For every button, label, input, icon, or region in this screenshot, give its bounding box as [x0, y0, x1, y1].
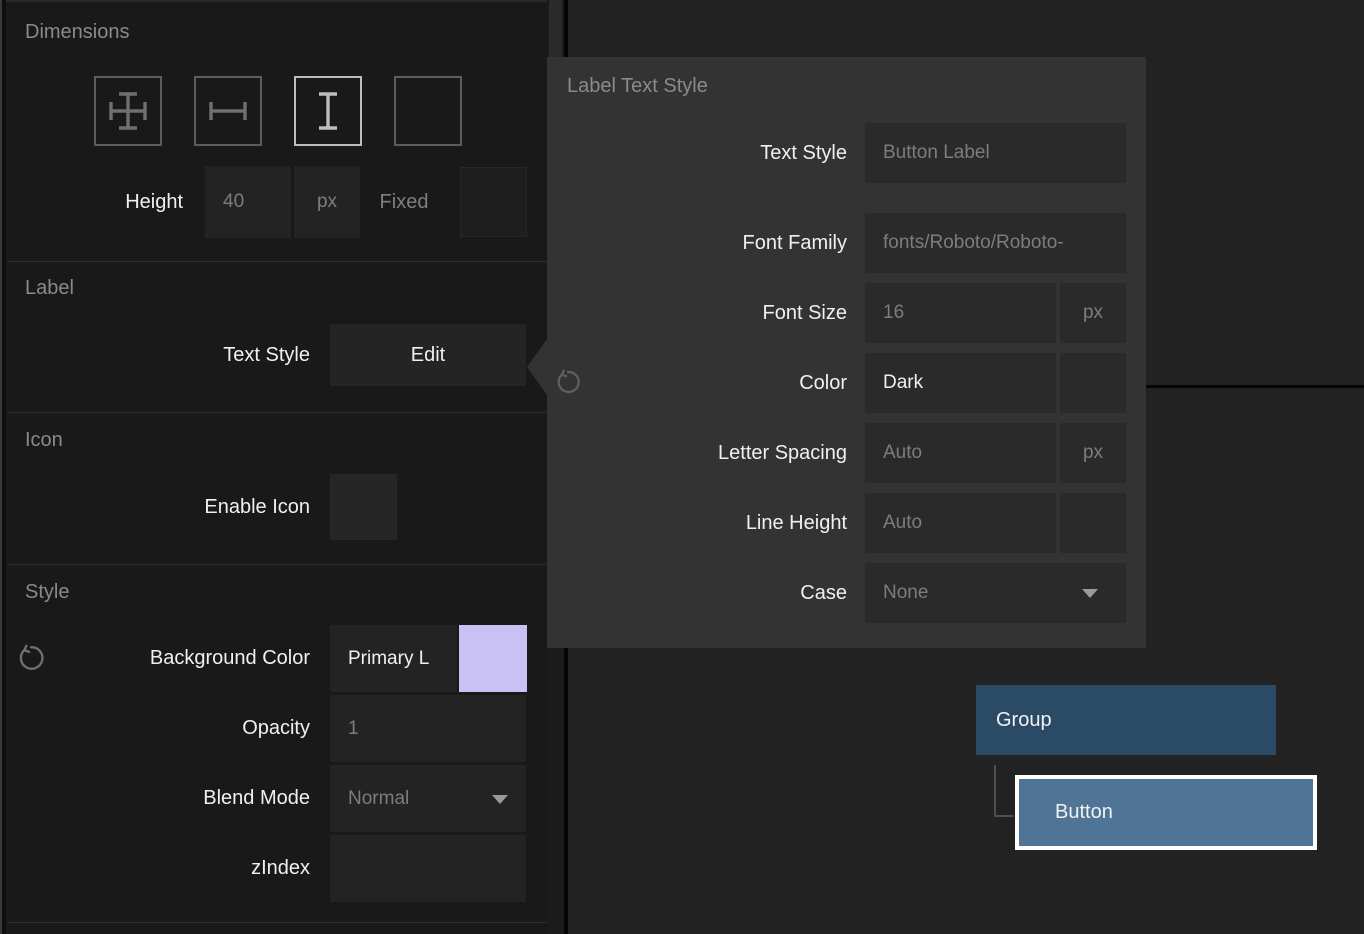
size-mode-width-height-button[interactable] [94, 76, 162, 146]
width-icon [206, 89, 250, 133]
popup-letter-spacing-unit-select[interactable]: px [1060, 423, 1126, 483]
popup-color-input[interactable]: Dark [865, 353, 1056, 413]
section-divider [8, 412, 547, 413]
panel-left-edge-gap [2, 0, 6, 934]
tree-connector-horizontal [994, 815, 1013, 817]
popup-line-height-unit-select[interactable] [1060, 493, 1126, 553]
button-element-label: Button [1055, 801, 1113, 824]
height-icon [306, 89, 350, 133]
popup-letter-spacing-label: Letter Spacing [547, 423, 847, 483]
blend-mode-select[interactable]: Normal [330, 765, 526, 832]
group-element-label: Group [996, 709, 1052, 732]
popup-letter-spacing-input[interactable]: Auto [865, 423, 1056, 483]
fixed-checkbox[interactable] [460, 167, 527, 237]
chevron-down-icon [1082, 589, 1098, 598]
size-mode-none-button[interactable] [394, 76, 462, 146]
popup-pointer-arrow [527, 339, 547, 395]
popup-case-value: None [883, 582, 928, 604]
enable-icon-checkbox[interactable] [330, 474, 397, 540]
width-height-icon [106, 89, 150, 133]
opacity-label: Opacity [60, 695, 310, 762]
text-style-label: Text Style [60, 324, 310, 386]
height-input[interactable]: 40 [205, 166, 291, 238]
reset-icon[interactable] [17, 644, 45, 677]
popup-font-family-label: Font Family [547, 213, 847, 273]
popup-text-style-label: Text Style [547, 123, 847, 183]
app-root: Group Button Dimensions [0, 0, 1364, 934]
tree-connector-vertical [994, 765, 996, 817]
canvas-button-element-selected[interactable]: Button [1015, 775, 1317, 850]
icon-section-title: Icon [25, 429, 63, 452]
height-unit-select[interactable]: px [294, 166, 360, 238]
popup-case-select[interactable]: None [865, 563, 1126, 623]
popup-color-label: Color [547, 353, 847, 413]
section-divider [8, 922, 547, 923]
popup-font-family-input[interactable]: fonts/Roboto/Roboto- [865, 213, 1126, 273]
properties-panel: Dimensions [0, 0, 547, 934]
popup-title: Label Text Style [567, 75, 708, 98]
blend-mode-value: Normal [348, 788, 409, 810]
blend-mode-label: Blend Mode [60, 765, 310, 832]
zindex-input[interactable] [330, 835, 526, 902]
popup-text-style-input[interactable]: Button Label [865, 123, 1126, 183]
background-color-swatch[interactable] [459, 625, 527, 692]
canvas-group-element[interactable]: Group [976, 685, 1276, 755]
background-color-label: Background Color [60, 625, 310, 692]
dimensions-section-title: Dimensions [25, 21, 129, 44]
background-color-value[interactable]: Primary L [330, 625, 457, 692]
popup-font-size-unit-select[interactable]: px [1060, 283, 1126, 343]
opacity-input[interactable]: 1 [330, 695, 526, 762]
section-divider [8, 261, 547, 262]
popup-line-height-label: Line Height [547, 493, 847, 553]
popup-font-size-input[interactable]: 16 [865, 283, 1056, 343]
text-style-edit-button[interactable]: Edit [330, 324, 526, 386]
fixed-label: Fixed [360, 166, 448, 238]
section-divider [8, 564, 547, 565]
enable-icon-label: Enable Icon [60, 474, 310, 540]
popup-case-label: Case [547, 563, 847, 623]
popup-color-unit-select[interactable] [1060, 353, 1126, 413]
style-section-title: Style [25, 581, 69, 604]
popup-font-size-label: Font Size [547, 283, 847, 343]
size-mode-width-button[interactable] [194, 76, 262, 146]
popup-line-height-input[interactable]: Auto [865, 493, 1056, 553]
label-text-style-popup: Label Text Style Text Style Button Label… [547, 57, 1146, 648]
label-section-title: Label [25, 277, 74, 300]
chevron-down-icon [492, 795, 508, 804]
size-mode-height-button[interactable] [294, 76, 362, 146]
height-label: Height [40, 166, 183, 238]
zindex-label: zIndex [60, 835, 310, 902]
